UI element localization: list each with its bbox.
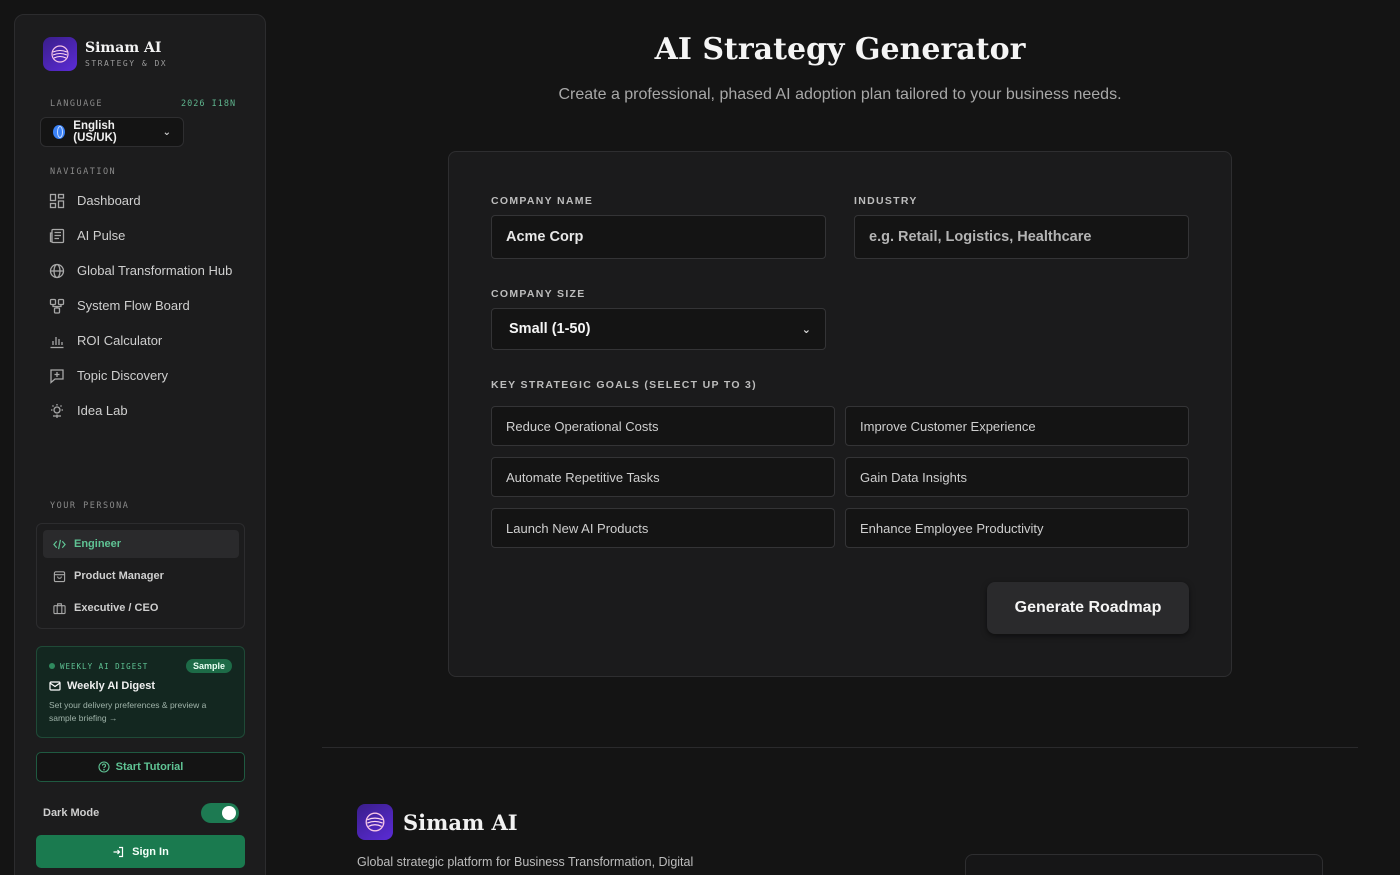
nav-item-dashboard[interactable]: Dashboard bbox=[49, 193, 249, 209]
brand-tagline: STRATEGY & DX bbox=[85, 59, 168, 68]
persona-label-executive: Executive / CEO bbox=[74, 602, 159, 614]
shopping-bag-icon bbox=[53, 570, 66, 582]
nav-item-label: Idea Lab bbox=[77, 403, 128, 418]
language-value: English (US/UK) bbox=[73, 120, 117, 144]
nav-item-roi-calculator[interactable]: ROI Calculator bbox=[49, 333, 249, 349]
persona-label-product-manager: Product Manager bbox=[74, 570, 164, 582]
briefcase-icon bbox=[53, 602, 66, 614]
nav-item-label: Global Transformation Hub bbox=[77, 263, 233, 278]
company-size-select[interactable]: Small (1-50) ⌄ bbox=[491, 308, 826, 350]
goal-reduce-operational-costs[interactable]: Reduce Operational Costs bbox=[491, 406, 835, 446]
nav-item-label: System Flow Board bbox=[77, 298, 190, 313]
footer-brand-name: Simam AI bbox=[403, 809, 518, 835]
dark-mode-label: Dark Mode bbox=[43, 807, 100, 819]
language-label: LANGUAGE bbox=[50, 99, 103, 109]
digest-title-row: Weekly AI Digest bbox=[49, 680, 232, 692]
mail-icon bbox=[49, 681, 61, 691]
sign-in-label: Sign In bbox=[132, 845, 169, 858]
digest-tag-label: WEEKLY AI DIGEST bbox=[60, 661, 149, 671]
i18n-badge: 2026 I18N bbox=[181, 99, 237, 109]
logo-icon bbox=[43, 37, 77, 71]
start-tutorial-button[interactable]: Start Tutorial bbox=[36, 752, 245, 782]
brain-icon bbox=[51, 404, 63, 418]
company-size-label: COMPANY SIZE bbox=[491, 288, 586, 300]
bar-chart-icon bbox=[50, 337, 64, 349]
generate-roadmap-button[interactable]: Generate Roadmap bbox=[987, 582, 1189, 634]
nav-item-system-flow-board[interactable]: System Flow Board bbox=[49, 298, 249, 314]
footer-description: Global strategic platform for Business T… bbox=[357, 855, 694, 869]
help-circle-icon bbox=[98, 761, 110, 773]
persona-engineer[interactable]: Engineer bbox=[43, 530, 239, 558]
code-icon bbox=[53, 539, 66, 549]
login-icon bbox=[113, 846, 124, 857]
nav-item-label: ROI Calculator bbox=[77, 333, 163, 348]
message-plus-icon bbox=[50, 369, 64, 384]
nav-list: Dashboard AI Pulse Global Transformation… bbox=[49, 193, 249, 438]
digest-title: Weekly AI Digest bbox=[67, 680, 156, 692]
dark-mode-toggle[interactable] bbox=[201, 803, 239, 823]
persona-product-manager[interactable]: Product Manager bbox=[43, 562, 239, 590]
globe-icon bbox=[49, 263, 65, 279]
goals-label: KEY STRATEGIC GOALS (SELECT UP TO 3) bbox=[491, 379, 757, 391]
flow-icon bbox=[49, 298, 65, 314]
sample-badge: Sample bbox=[185, 659, 232, 673]
nav-item-topic-discovery[interactable]: Topic Discovery bbox=[49, 368, 249, 384]
goal-improve-customer-experience[interactable]: Improve Customer Experience bbox=[845, 406, 1189, 446]
persona-label-engineer: Engineer bbox=[74, 538, 122, 550]
footer-panel bbox=[965, 854, 1323, 875]
nav-item-idea-lab[interactable]: Idea Lab bbox=[49, 403, 249, 419]
newspaper-icon bbox=[49, 228, 65, 244]
footer-brand[interactable]: Simam AI bbox=[357, 804, 518, 840]
industry-input[interactable]: e.g. Retail, Logistics, Healthcare bbox=[854, 215, 1189, 259]
persona-executive[interactable]: Executive / CEO bbox=[43, 594, 239, 622]
brand-name: Simam AI bbox=[85, 40, 162, 56]
goal-automate-repetitive-tasks[interactable]: Automate Repetitive Tasks bbox=[491, 457, 835, 497]
navigation-label: NAVIGATION bbox=[50, 167, 117, 177]
language-select[interactable]: English (US/UK) ⌄ bbox=[40, 117, 184, 147]
strategy-form-card: COMPANY NAME Acme Corp INDUSTRY e.g. Ret… bbox=[448, 151, 1232, 677]
globe-icon bbox=[53, 125, 66, 139]
chevron-down-icon: ⌄ bbox=[162, 126, 171, 138]
goal-enhance-employee-productivity[interactable]: Enhance Employee Productivity bbox=[845, 508, 1189, 548]
weekly-digest-card[interactable]: WEEKLY AI DIGEST Sample Weekly AI Digest… bbox=[36, 646, 245, 738]
dark-mode-row: Dark Mode bbox=[43, 803, 239, 823]
industry-label: INDUSTRY bbox=[854, 195, 918, 207]
sidebar: Simam AI STRATEGY & DX LANGUAGE 2026 I18… bbox=[14, 14, 266, 875]
logo-icon bbox=[357, 804, 393, 840]
page-subtitle: Create a professional, phased AI adoptio… bbox=[558, 86, 1122, 103]
sign-in-button[interactable]: Sign In bbox=[36, 835, 245, 868]
nav-item-ai-pulse[interactable]: AI Pulse bbox=[49, 228, 249, 244]
nav-item-label: AI Pulse bbox=[77, 228, 126, 243]
goal-launch-new-ai-products[interactable]: Launch New AI Products bbox=[491, 508, 835, 548]
page-title: AI Strategy Generator bbox=[654, 32, 1026, 67]
nav-item-label: Topic Discovery bbox=[77, 368, 169, 383]
company-name-input[interactable]: Acme Corp bbox=[491, 215, 826, 259]
nav-item-label: Dashboard bbox=[77, 193, 141, 208]
persona-label: YOUR PERSONA bbox=[50, 501, 130, 511]
chevron-down-icon: ⌄ bbox=[801, 323, 811, 336]
status-dot-icon bbox=[49, 663, 55, 669]
digest-description: Set your delivery preferences & preview … bbox=[49, 700, 207, 723]
company-size-value: Small (1-50) bbox=[509, 321, 591, 337]
nav-item-global-transformation-hub[interactable]: Global Transformation Hub bbox=[49, 263, 249, 279]
dashboard-icon bbox=[49, 193, 65, 209]
digest-tag: WEEKLY AI DIGEST bbox=[49, 662, 148, 671]
persona-selector: Engineer Product Manager Executive / CEO bbox=[36, 523, 245, 629]
footer-divider bbox=[322, 747, 1358, 748]
company-name-label: COMPANY NAME bbox=[491, 195, 594, 207]
tutorial-label: Start Tutorial bbox=[115, 761, 184, 773]
brand[interactable]: Simam AI STRATEGY & DX bbox=[43, 37, 167, 71]
moon-icon bbox=[222, 806, 236, 820]
goal-gain-data-insights[interactable]: Gain Data Insights bbox=[845, 457, 1189, 497]
